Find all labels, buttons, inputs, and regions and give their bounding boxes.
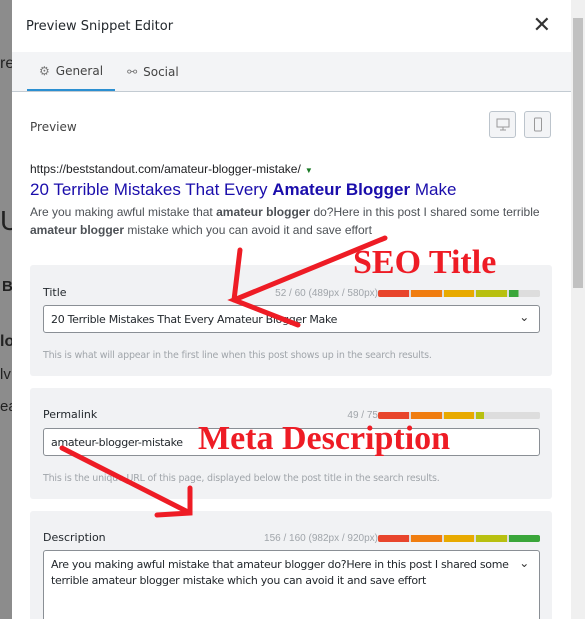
annotation-meta-description: Meta Description bbox=[198, 420, 451, 457]
arrow-head bbox=[231, 247, 243, 303]
arrow-to-description bbox=[59, 445, 193, 516]
annotation-seo-title: SEO Title bbox=[353, 244, 497, 281]
annotation-arrows bbox=[59, 235, 388, 518]
